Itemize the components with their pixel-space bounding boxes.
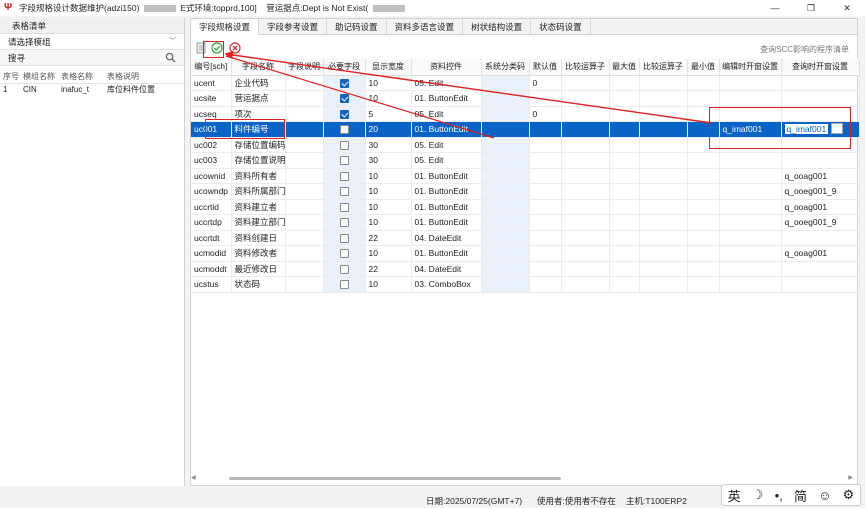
punctuation-icon[interactable]: •, <box>775 488 783 503</box>
emoji-icon[interactable]: ☺ <box>818 488 831 503</box>
status-host: 主机:T100ERP2 <box>626 496 687 506</box>
ime-toolbar: 英 ☽ •, 简 ☺ ⚙ <box>721 484 861 506</box>
gear-icon[interactable]: ⚙ <box>843 487 855 503</box>
status-user: 使用者:使用者不存在 <box>537 496 616 506</box>
annotation-arrows <box>224 50 713 139</box>
ime-simplified-toggle[interactable]: 简 <box>794 486 807 505</box>
ime-language-toggle[interactable]: 英 <box>728 486 741 505</box>
status-date: 日期:2025/07/25(GMT+7) <box>426 496 523 506</box>
moon-icon[interactable]: ☽ <box>752 487 764 503</box>
